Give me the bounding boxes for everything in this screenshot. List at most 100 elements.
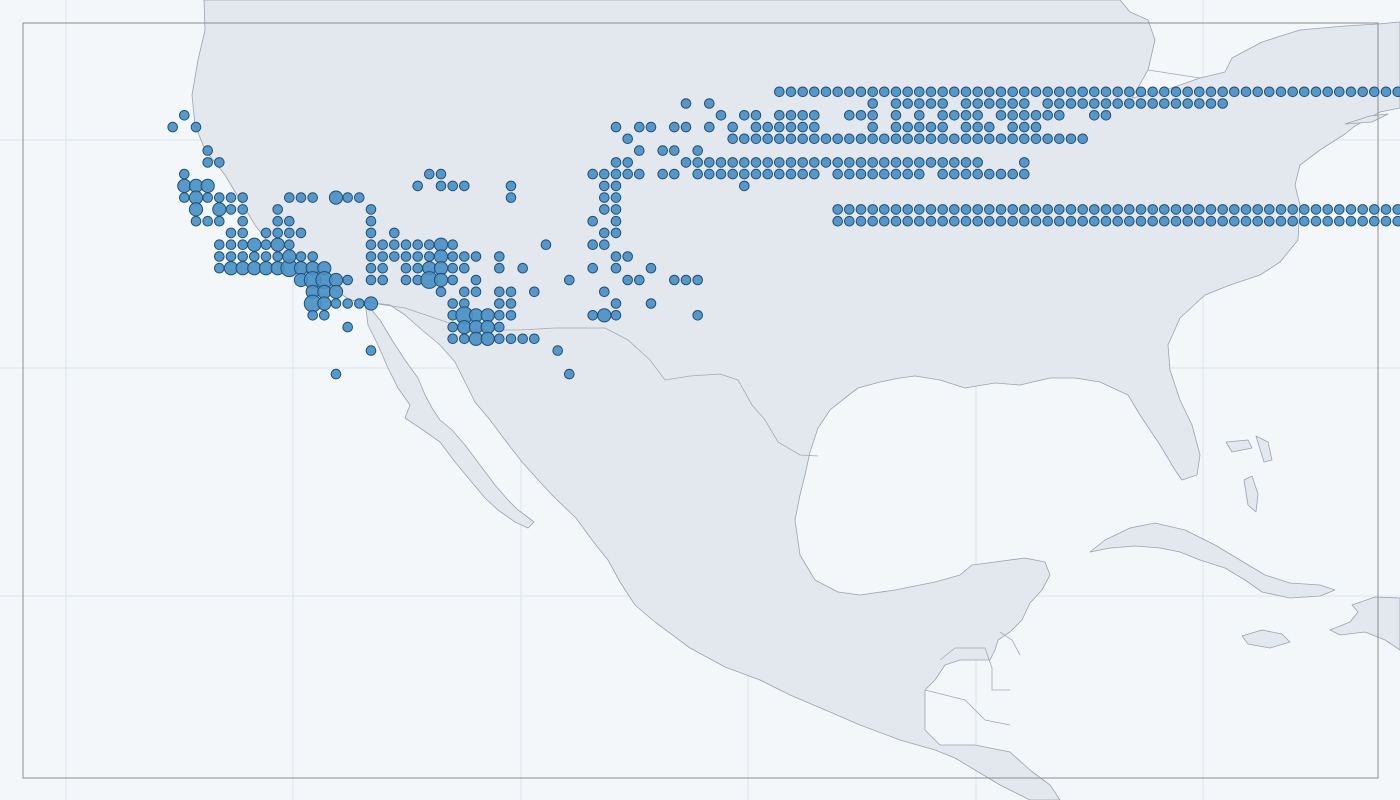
observation-marker[interactable] xyxy=(692,168,704,180)
observation-marker[interactable] xyxy=(480,331,495,346)
observation-marker[interactable] xyxy=(505,286,517,298)
observation-marker[interactable] xyxy=(328,272,344,288)
observation-marker[interactable] xyxy=(424,251,435,262)
observation-marker[interactable] xyxy=(984,204,995,215)
observation-marker[interactable] xyxy=(715,157,727,168)
observation-marker[interactable] xyxy=(692,157,704,168)
observation-marker[interactable] xyxy=(1369,86,1380,98)
observation-marker[interactable] xyxy=(494,333,505,345)
observation-marker[interactable] xyxy=(610,215,622,227)
observation-marker[interactable] xyxy=(282,249,297,264)
observation-marker[interactable] xyxy=(1030,86,1042,98)
observation-marker[interactable] xyxy=(844,86,855,98)
observation-marker[interactable] xyxy=(1030,121,1042,133)
observation-marker[interactable] xyxy=(1170,86,1182,98)
observation-marker[interactable] xyxy=(295,227,307,239)
observation-marker[interactable] xyxy=(914,133,925,145)
observation-marker[interactable] xyxy=(214,239,225,250)
observation-marker[interactable] xyxy=(727,168,739,180)
observation-marker[interactable] xyxy=(1159,204,1170,215)
observation-marker[interactable] xyxy=(750,110,762,121)
observation-marker[interactable] xyxy=(1077,215,1088,227)
observation-marker[interactable] xyxy=(237,239,248,250)
observation-marker[interactable] xyxy=(610,204,622,215)
observation-marker[interactable] xyxy=(284,239,295,250)
observation-marker[interactable] xyxy=(984,215,995,227)
observation-marker[interactable] xyxy=(1054,98,1065,109)
observation-marker[interactable] xyxy=(1322,215,1333,227)
observation-marker[interactable] xyxy=(1357,204,1368,215)
observation-marker[interactable] xyxy=(284,192,295,203)
observation-marker[interactable] xyxy=(433,237,449,252)
observation-marker[interactable] xyxy=(727,133,739,145)
observation-marker[interactable] xyxy=(949,86,960,98)
observation-marker[interactable] xyxy=(214,251,225,262)
observation-marker[interactable] xyxy=(365,215,377,227)
observation-marker[interactable] xyxy=(1100,204,1112,215)
observation-marker[interactable] xyxy=(1205,215,1217,227)
observation-marker[interactable] xyxy=(914,121,925,133)
observation-marker[interactable] xyxy=(995,215,1007,227)
observation-marker[interactable] xyxy=(435,286,447,298)
observation-marker[interactable] xyxy=(447,239,459,250)
observation-marker[interactable] xyxy=(529,333,540,345)
observation-marker[interactable] xyxy=(1240,86,1252,98)
observation-marker[interactable] xyxy=(622,251,634,262)
observation-marker[interactable] xyxy=(925,215,937,227)
observation-marker[interactable] xyxy=(433,261,449,276)
observation-marker[interactable] xyxy=(960,86,972,98)
observation-marker[interactable] xyxy=(377,251,389,262)
observation-marker[interactable] xyxy=(669,168,680,180)
observation-marker[interactable] xyxy=(797,110,809,121)
observation-marker[interactable] xyxy=(459,180,470,192)
observation-marker[interactable] xyxy=(844,204,855,215)
observation-marker[interactable] xyxy=(762,168,774,180)
observation-marker[interactable] xyxy=(1089,86,1100,98)
observation-marker[interactable] xyxy=(270,237,285,252)
observation-marker[interactable] xyxy=(179,110,190,121)
observation-marker[interactable] xyxy=(1042,86,1053,98)
observation-marker[interactable] xyxy=(984,98,995,109)
observation-marker[interactable] xyxy=(797,133,809,145)
observation-marker[interactable] xyxy=(202,215,213,227)
observation-marker[interactable] xyxy=(774,168,785,180)
observation-marker[interactable] xyxy=(1042,133,1053,145)
observation-marker[interactable] xyxy=(949,168,960,180)
observation-marker[interactable] xyxy=(225,239,237,250)
observation-marker[interactable] xyxy=(610,262,622,274)
observation-marker[interactable] xyxy=(937,204,949,215)
observation-marker[interactable] xyxy=(1217,215,1228,227)
observation-marker[interactable] xyxy=(494,251,505,262)
observation-marker[interactable] xyxy=(1135,98,1147,109)
observation-marker[interactable] xyxy=(1299,204,1310,215)
observation-marker[interactable] xyxy=(715,110,727,121)
observation-marker[interactable] xyxy=(330,298,342,309)
observation-marker[interactable] xyxy=(225,251,237,262)
observation-marker[interactable] xyxy=(715,168,727,180)
observation-marker[interactable] xyxy=(1345,215,1357,227)
observation-marker[interactable] xyxy=(1310,215,1322,227)
observation-marker[interactable] xyxy=(1007,121,1019,133)
observation-marker[interactable] xyxy=(937,168,949,180)
observation-marker[interactable] xyxy=(1124,215,1135,227)
observation-marker[interactable] xyxy=(365,251,377,262)
observation-marker[interactable] xyxy=(237,251,248,262)
observation-marker[interactable] xyxy=(1159,86,1170,98)
observation-marker[interactable] xyxy=(400,274,412,286)
observation-marker[interactable] xyxy=(377,262,389,274)
observation-marker[interactable] xyxy=(363,296,379,311)
observation-marker[interactable] xyxy=(365,345,377,356)
observation-marker[interactable] xyxy=(599,168,610,180)
observation-marker[interactable] xyxy=(692,145,704,156)
observation-marker[interactable] xyxy=(739,180,750,192)
observation-marker[interactable] xyxy=(307,251,319,262)
observation-marker[interactable] xyxy=(1217,98,1228,109)
observation-marker[interactable] xyxy=(295,251,307,262)
observation-marker[interactable] xyxy=(645,121,657,133)
observation-marker[interactable] xyxy=(505,192,517,203)
observation-marker[interactable] xyxy=(622,133,634,145)
observation-marker[interactable] xyxy=(972,121,984,133)
observation-marker[interactable] xyxy=(832,204,844,215)
observation-marker[interactable] xyxy=(1264,86,1275,98)
observation-marker[interactable] xyxy=(1334,86,1345,98)
